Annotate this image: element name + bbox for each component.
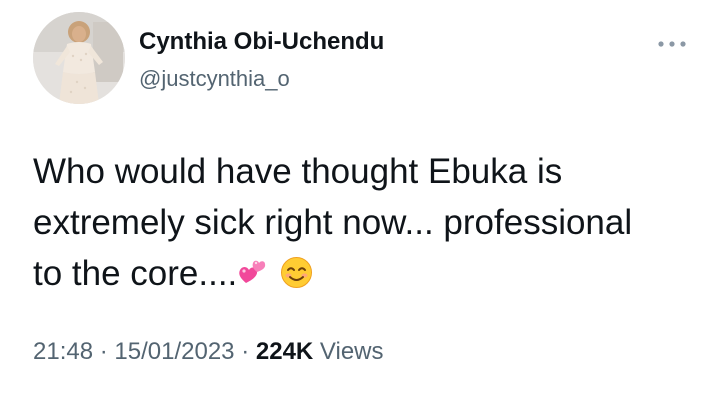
two-hearts-emoji bbox=[237, 256, 270, 289]
tweet-text-line: Who would have thought Ebuka is bbox=[33, 152, 563, 191]
views-count[interactable]: 224K bbox=[256, 338, 313, 365]
meta-separator: · bbox=[99, 338, 108, 365]
meta-separator: · bbox=[241, 338, 250, 365]
tweet-text-line: to the core.... bbox=[33, 248, 703, 299]
tweet-text-line: extremely sick right now... professional bbox=[33, 203, 633, 242]
avatar[interactable] bbox=[33, 12, 125, 104]
tweet-date[interactable]: 15/01/2023 bbox=[114, 338, 234, 365]
profile-photo-avatar bbox=[33, 12, 125, 104]
tweet-time[interactable]: 21:48 bbox=[33, 338, 93, 365]
smiling-face-emoji bbox=[280, 256, 313, 289]
author-display-name[interactable]: Cynthia Obi-Uchendu bbox=[139, 28, 384, 56]
views-label: Views bbox=[319, 338, 384, 365]
tweet-text-line-content: to the core.... bbox=[33, 254, 238, 293]
tweet-text: Who would have thought Ebuka is extremel… bbox=[33, 146, 703, 299]
tweet-card[interactable]: Cynthia Obi-Uchendu @justcynthia_o Who w… bbox=[0, 0, 720, 397]
more-options-icon[interactable] bbox=[655, 36, 689, 52]
tweet-meta: 21:48 · 15/01/2023 · 224K Views bbox=[33, 338, 384, 366]
author-handle[interactable]: @justcynthia_o bbox=[139, 66, 290, 92]
